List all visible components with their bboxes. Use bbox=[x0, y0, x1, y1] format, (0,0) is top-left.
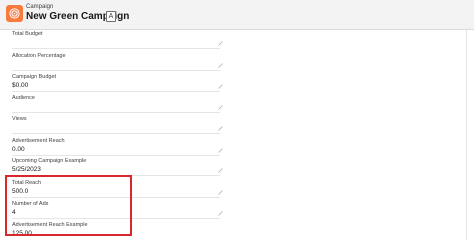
object-type-label: Campaign bbox=[26, 4, 54, 10]
campaign-icon bbox=[6, 5, 23, 22]
edit-pencil-icon[interactable] bbox=[218, 168, 223, 173]
field-label: Campaign Budget bbox=[12, 74, 57, 80]
edit-pencil-icon[interactable] bbox=[218, 63, 223, 68]
field-divider bbox=[12, 112, 220, 113]
field-divider bbox=[12, 48, 220, 49]
panel-divider bbox=[466, 30, 467, 240]
field-value: 0.00 bbox=[12, 146, 25, 153]
field-label: Total Budget bbox=[12, 31, 43, 37]
edit-pencil-icon[interactable] bbox=[218, 190, 223, 195]
field-divider bbox=[12, 91, 220, 92]
field-divider bbox=[12, 155, 220, 156]
field-label: Views bbox=[12, 116, 27, 122]
field-label: Audience bbox=[12, 95, 35, 101]
follow-button[interactable]: A bbox=[106, 11, 116, 22]
edit-pencil-icon[interactable] bbox=[218, 41, 223, 46]
record-header: Campaign New Green Campaign A bbox=[0, 0, 474, 30]
field-divider bbox=[12, 133, 220, 134]
edit-pencil-icon[interactable] bbox=[218, 148, 223, 153]
edit-pencil-icon[interactable] bbox=[218, 211, 223, 216]
field-label: Upcoming Campaign Example bbox=[12, 158, 87, 164]
field-label: Allocation Percentage bbox=[12, 53, 66, 59]
field-value: 5/25/2023 bbox=[12, 166, 41, 173]
field-label: Advertisement Reach bbox=[12, 138, 65, 144]
edit-pencil-icon[interactable] bbox=[218, 84, 223, 89]
edit-pencil-icon[interactable] bbox=[218, 126, 223, 131]
field-divider bbox=[12, 70, 220, 71]
highlight-box bbox=[5, 175, 132, 236]
edit-pencil-icon[interactable] bbox=[218, 105, 223, 110]
field-value: $0.00 bbox=[12, 82, 29, 89]
